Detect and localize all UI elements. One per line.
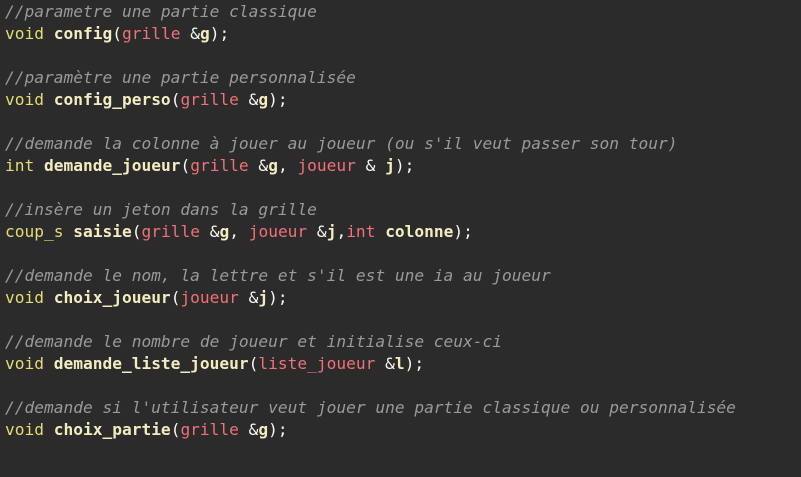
param-type: grille	[190, 156, 249, 175]
param-name: g	[268, 156, 278, 175]
param-separator: ,	[336, 222, 347, 241]
param-name: g	[258, 420, 269, 439]
code-comment-line[interactable]: //demande le nom, la lettre et s'il est …	[5, 265, 801, 287]
code-comment: //parametre une partie classique	[5, 2, 317, 21]
code-comment-line[interactable]: //parametre une partie classique	[5, 1, 801, 23]
code-comment-line[interactable]: //insère un jeton dans la grille	[5, 199, 801, 221]
code-declaration-line[interactable]: void choix_partie(grille &g);	[5, 419, 801, 441]
param-separator: ,	[229, 222, 249, 241]
param-name: j	[385, 156, 395, 175]
param-ref: &	[238, 288, 259, 307]
param-type: joueur	[248, 222, 308, 241]
param-type: int	[346, 222, 376, 241]
param-type: grille	[141, 222, 200, 241]
code-declaration-line[interactable]: void config_perso(grille &g);	[5, 89, 801, 111]
close-paren: );	[268, 288, 288, 307]
close-paren: );	[268, 90, 288, 109]
function-name: choix_joueur	[53, 288, 171, 307]
open-paren: (	[170, 288, 181, 307]
param-ref: &	[375, 354, 395, 373]
blank-line[interactable]	[5, 111, 801, 133]
open-paren: (	[170, 90, 181, 109]
open-paren: (	[131, 222, 142, 241]
code-declaration-line[interactable]: void choix_joueur(joueur &j);	[5, 287, 801, 309]
return-type: void	[5, 90, 44, 109]
code-comment: //paramètre une partie personnalisée	[5, 68, 356, 87]
param-type: liste_joueur	[258, 354, 376, 373]
param-ref	[375, 222, 385, 241]
close-paren: );	[453, 222, 473, 241]
param-name: l	[394, 354, 405, 373]
param-name: j	[326, 222, 337, 241]
blank-line[interactable]	[5, 45, 801, 67]
param-ref: &	[238, 420, 259, 439]
open-paren: (	[170, 420, 181, 439]
open-paren: (	[248, 354, 259, 373]
close-paren: );	[209, 24, 230, 43]
function-name: demande_joueur	[44, 156, 181, 175]
code-declaration-line[interactable]: void demande_liste_joueur(liste_joueur &…	[5, 353, 801, 375]
return-type: void	[5, 420, 44, 439]
function-name: demande_liste_joueur	[53, 354, 249, 373]
param-type: joueur	[297, 156, 356, 175]
param-ref: &	[199, 222, 220, 241]
param-name: g	[258, 90, 269, 109]
close-paren: );	[404, 354, 425, 373]
open-paren: (	[112, 24, 122, 43]
param-name: g	[199, 24, 210, 43]
param-ref: &	[355, 156, 386, 175]
code-comment-line[interactable]: //demande si l'utilisateur veut jouer un…	[5, 397, 801, 419]
code-comment: //demande le nom, la lettre et s'il est …	[5, 266, 551, 285]
code-declaration-line[interactable]: void config(grille &g);	[5, 23, 801, 45]
return-type: void	[5, 24, 44, 43]
return-type: void	[5, 354, 44, 373]
param-name: g	[219, 222, 230, 241]
blank-line[interactable]	[5, 177, 801, 199]
open-paren: (	[180, 156, 191, 175]
param-separator: ,	[277, 156, 298, 175]
code-comment: //insère un jeton dans la grille	[5, 200, 317, 219]
param-name: colonne	[385, 222, 454, 241]
code-editor[interactable]: //parametre une partie classique void con…	[0, 0, 801, 477]
param-type: grille	[180, 420, 239, 439]
code-comment-line[interactable]: //demande le nombre de joueur et initial…	[5, 331, 801, 353]
function-name: saisie	[73, 222, 132, 241]
blank-line[interactable]	[5, 375, 801, 397]
param-ref: &	[307, 222, 327, 241]
code-comment-line[interactable]: //paramètre une partie personnalisée	[5, 67, 801, 89]
code-comment: //demande le nombre de joueur et initial…	[5, 332, 503, 351]
blank-line[interactable]	[5, 309, 801, 331]
close-paren: );	[394, 156, 415, 175]
return-type: void	[5, 288, 44, 307]
param-type: joueur	[180, 288, 239, 307]
function-name: config_perso	[53, 90, 171, 109]
return-type: int	[5, 156, 35, 175]
param-ref: &	[248, 156, 269, 175]
param-type: grille	[121, 24, 181, 43]
code-comment: //demande si l'utilisateur veut jouer un…	[5, 398, 736, 417]
return-type: coup_s	[5, 222, 64, 241]
param-ref: &	[180, 24, 200, 43]
function-name: choix_partie	[53, 420, 171, 439]
code-declaration-line[interactable]: int demande_joueur(grille &g, joueur & j…	[5, 155, 801, 177]
param-name: j	[258, 288, 269, 307]
function-name: config	[53, 24, 113, 43]
code-comment: //demande la colonne à jouer au joueur (…	[5, 134, 678, 153]
param-ref: &	[238, 90, 259, 109]
param-type: grille	[180, 90, 239, 109]
blank-line[interactable]	[5, 243, 801, 265]
close-paren: );	[268, 420, 288, 439]
code-comment-line[interactable]: //demande la colonne à jouer au joueur (…	[5, 133, 801, 155]
code-declaration-line[interactable]: coup_s saisie(grille &g, joueur &j,int c…	[5, 221, 801, 243]
